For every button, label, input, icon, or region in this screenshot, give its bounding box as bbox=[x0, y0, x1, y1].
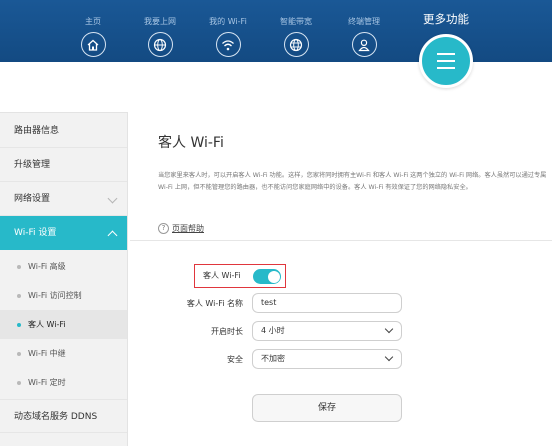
guest-wifi-toggle-group: 客人 Wi-Fi bbox=[194, 264, 286, 288]
nav-more-label: 更多功能 bbox=[423, 12, 469, 26]
chevron-down-icon bbox=[384, 324, 394, 334]
nav-home-label: 主页 bbox=[85, 17, 101, 26]
page-help-link[interactable]: ? 页面帮助 bbox=[158, 223, 204, 234]
sidebar-item-label: Wi-Fi 定时 bbox=[28, 378, 66, 387]
sidebar-item-label: Wi-Fi 高级 bbox=[28, 262, 66, 271]
sidebar-item-label: Wi-Fi 访问控制 bbox=[28, 291, 82, 300]
sidebar-item-wifi-settings[interactable]: Wi-Fi 设置 bbox=[0, 216, 127, 250]
toggle-knob bbox=[267, 270, 280, 283]
sidebar-sub-wifi-access-control[interactable]: Wi-Fi 访问控制 bbox=[0, 281, 127, 310]
chevron-down-icon bbox=[107, 193, 118, 204]
nav-my-wifi[interactable]: 我的 Wi-Fi bbox=[193, 16, 263, 57]
sidebar-item-label: Wi-Fi 中继 bbox=[28, 349, 66, 358]
guest-wifi-name-label: 客人 Wi-Fi 名称 bbox=[186, 299, 243, 308]
security-value: 不加密 bbox=[261, 354, 285, 363]
more-functions-button[interactable] bbox=[419, 34, 473, 88]
sidebar-item-network[interactable]: 网络设置 bbox=[0, 182, 127, 216]
sidebar-item-router-info[interactable]: 路由器信息 bbox=[0, 114, 127, 148]
sidebar-item-label: 路由器信息 bbox=[14, 126, 60, 136]
home-icon bbox=[80, 32, 106, 57]
guest-wifi-name-value: test bbox=[261, 298, 277, 307]
nav-internet[interactable]: 我要上网 bbox=[125, 16, 195, 57]
sidebar-item-ddns[interactable]: 动态域名服务 DDNS bbox=[0, 399, 127, 433]
nav-devices-label: 终端管理 bbox=[348, 17, 380, 26]
help-label: 页面帮助 bbox=[172, 224, 204, 233]
save-button[interactable]: 保存 bbox=[252, 394, 402, 422]
menu-icon bbox=[437, 53, 455, 55]
nav-internet-label: 我要上网 bbox=[144, 17, 176, 26]
sidebar-item-label: 升级管理 bbox=[14, 160, 51, 170]
sidebar-item-label: Wi-Fi 设置 bbox=[14, 228, 57, 238]
chevron-down-icon bbox=[384, 352, 394, 362]
chevron-up-icon bbox=[107, 230, 118, 241]
security-label: 安全 bbox=[227, 355, 243, 364]
nav-home[interactable]: 主页 bbox=[58, 16, 128, 57]
duration-value: 4 小时 bbox=[261, 326, 285, 335]
page-description: 当您家里来客人时，可以开启客人 Wi-Fi 功能。这样，您家将同时拥有主Wi-F… bbox=[158, 172, 547, 191]
guest-wifi-name-input[interactable]: test bbox=[252, 293, 402, 313]
globe-icon bbox=[147, 32, 173, 57]
guest-wifi-label: 客人 Wi-Fi bbox=[203, 271, 241, 280]
security-select[interactable]: 不加密 bbox=[252, 349, 402, 369]
divider bbox=[130, 240, 552, 241]
nav-my-wifi-label: 我的 Wi-Fi bbox=[209, 17, 247, 26]
duration-label: 开启时长 bbox=[211, 327, 243, 336]
sidebar-sub-wifi-advanced[interactable]: Wi-Fi 高级 bbox=[0, 252, 127, 281]
sidebar-item-label: 动态域名服务 DDNS bbox=[14, 412, 98, 422]
bandwidth-globe-icon bbox=[283, 32, 309, 57]
nav-bandwidth-label: 智能带宽 bbox=[280, 17, 312, 26]
sidebar-item-label: 客人 Wi-Fi bbox=[28, 320, 66, 329]
wifi-icon bbox=[215, 32, 241, 57]
sidebar-item-label: 网络设置 bbox=[14, 194, 51, 204]
sidebar-sub-wifi-repeater[interactable]: Wi-Fi 中继 bbox=[0, 339, 127, 368]
page-title: 客人 Wi-Fi bbox=[158, 135, 224, 151]
help-icon: ? bbox=[158, 223, 169, 234]
guest-wifi-toggle[interactable] bbox=[253, 269, 281, 284]
user-icon bbox=[351, 32, 377, 57]
nav-devices[interactable]: 终端管理 bbox=[329, 16, 399, 57]
sidebar: 路由器信息 升级管理 网络设置 Wi-Fi 设置 Wi-Fi 高级 Wi-Fi … bbox=[0, 112, 128, 446]
sidebar-sub-wifi-schedule[interactable]: Wi-Fi 定时 bbox=[0, 368, 127, 397]
sidebar-sub-guest-wifi[interactable]: 客人 Wi-Fi bbox=[0, 310, 127, 339]
duration-select[interactable]: 4 小时 bbox=[252, 321, 402, 341]
nav-bandwidth[interactable]: 智能带宽 bbox=[261, 16, 331, 57]
sidebar-item-upgrade[interactable]: 升级管理 bbox=[0, 148, 127, 182]
